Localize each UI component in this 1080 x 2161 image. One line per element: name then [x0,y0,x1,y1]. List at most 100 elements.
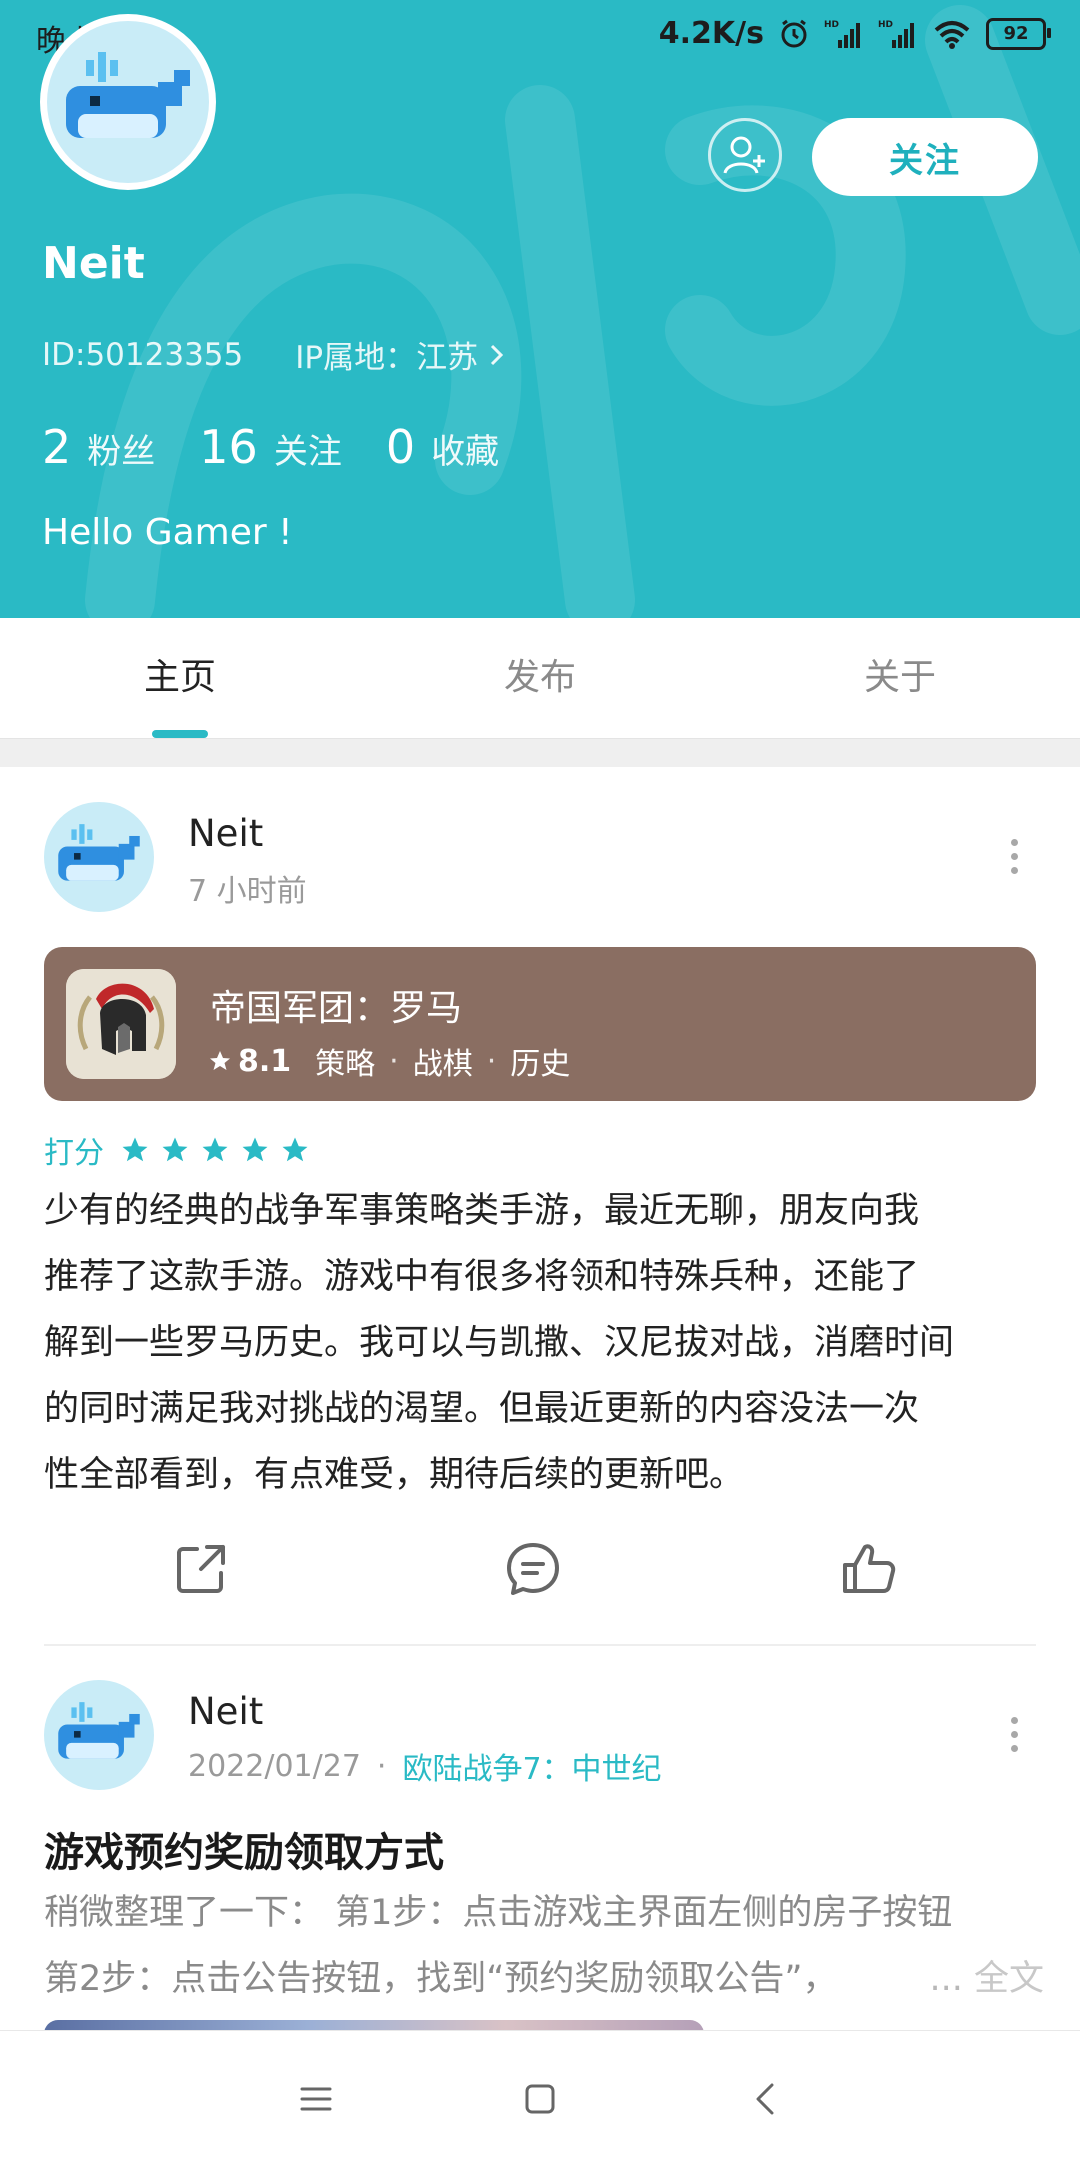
network-speed: 4.2K/s [658,16,764,51]
more-options-button[interactable] [994,826,1034,886]
signal-hd-icon: HD [878,18,918,50]
post-meta: 2022/01/27 · 欧陆战争7：中世纪 [188,1744,662,1788]
post-title[interactable]: 游戏预约奖励领取方式 [44,1820,444,1878]
tag-separator: · [389,1043,399,1079]
more-options-button[interactable] [994,1704,1034,1764]
alarm-icon [778,18,810,50]
review-line: 推荐了这款手游。游戏中有很多将领和特殊兵种，还能了 [44,1257,920,1297]
share-icon [177,1545,225,1593]
spartan-helmet-icon [66,969,176,1079]
stat-favorites[interactable]: 0 收藏 [386,420,499,474]
stat-following[interactable]: 16 关注 [199,420,342,474]
menu-button[interactable] [286,2069,346,2129]
profile-bio: Hello Gamer ! [42,512,293,553]
menu-icon [300,2087,332,2111]
excerpt-line: 稍微整理了一下： 第1步：点击游戏主界面左侧的房子按钮 [44,1893,953,1933]
review-line: 少有的经典的战争军事策略类手游，最近无聊，朋友向我 [44,1191,920,1231]
like-button[interactable] [834,1534,904,1604]
svg-text:HD: HD [824,20,839,30]
ip-location: IP属地：江苏 [295,340,479,376]
back-button[interactable] [736,2069,796,2129]
tab-active-indicator [152,730,208,738]
tab-home[interactable]: 主页 [80,648,280,700]
comment-button[interactable] [498,1534,568,1604]
tab-posts[interactable]: 发布 [440,648,640,700]
star-icon [210,1051,230,1070]
star-icon [162,1137,188,1162]
star-icon [122,1137,148,1162]
section-divider [0,739,1080,767]
follow-button[interactable]: 关注 [812,118,1038,196]
game-icon [66,969,176,1079]
read-more-label: 全文 [973,1959,1044,1999]
add-user-icon [723,136,765,174]
score-label: 打分 [44,1136,104,1171]
status-icons: 4.2K/s HD HD 92 [658,16,1051,51]
battery-level: 92 [1003,23,1029,44]
add-friend-button[interactable] [708,118,782,192]
system-nav-bar [0,2030,1080,2161]
game-title: 帝国军团：罗马 [210,988,463,1029]
home-button[interactable] [510,2069,570,2129]
read-more-link[interactable]: ... 全文 [929,1946,1044,2012]
post-excerpt[interactable]: 稍微整理了一下： 第1步：点击游戏主界面左侧的房子按钮 第2步：点击公告按钮，找… [44,1880,1044,2012]
game-rating: 8.1 [208,1044,291,1079]
profile-stats: 2 粉丝 16 关注 0 收藏 [42,420,499,474]
home-square-icon [525,2084,555,2114]
profile-tabs: 主页 发布 关于 [0,618,1080,739]
review-line: 解到一些罗马历史。我可以与凯撒、汉尼拔对战，消磨时间 [44,1323,955,1363]
excerpt-line: 第2步：点击公告按钮，找到“预约奖励领取公告”， [44,1959,838,1999]
wifi-icon [932,18,972,50]
game-tag: 历史 [510,1047,571,1082]
post-time: 7 小时前 [188,874,307,909]
review-line: 性全部看到，有点难受，期待后续的更新吧。 [44,1455,745,1495]
post-date: 2022/01/27 [188,1748,361,1784]
tab-about[interactable]: 关于 [800,648,1000,700]
back-arrow-icon [756,2083,774,2115]
post-separator [44,1644,1036,1646]
game-link[interactable]: 欧陆战争7：中世纪 [402,1744,661,1788]
stat-label: 粉丝 [87,432,156,472]
stat-value: 16 [199,420,258,474]
share-button[interactable] [166,1534,236,1604]
stat-label: 关注 [273,432,342,472]
post-author-avatar[interactable] [44,1680,154,1790]
game-card[interactable]: 帝国军团：罗马 8.1 策略 · 战棋 · 历史 [44,947,1036,1101]
game-tag: 策略 [315,1047,376,1082]
post-author-avatar[interactable] [44,802,154,912]
svg-text:HD: HD [878,20,893,30]
ellipsis: ... [929,1959,963,1999]
user-id: ID:50123355 [42,336,244,373]
whale-avatar-icon [66,52,190,138]
whale-avatar-icon [58,1702,140,1759]
review-text[interactable]: 少有的经典的战争军事策略类手游，最近无聊，朋友向我 推荐了这款手游。游戏中有很多… [44,1178,1042,1508]
profile-name: Neit [42,238,145,289]
stat-followers[interactable]: 2 粉丝 [42,420,155,474]
star-icon [282,1137,308,1162]
signal-hd-icon: HD [824,18,864,50]
chevron-right-icon [491,344,504,365]
star-icon [242,1137,268,1162]
game-tags: 8.1 策略 · 战棋 · 历史 [208,1039,570,1083]
ip-location-link[interactable]: IP属地：江苏 [295,332,506,377]
profile-meta: ID:50123355 IP属地：江苏 [42,332,506,377]
post-author-name[interactable]: Neit [188,1690,263,1733]
post-author-name[interactable]: Neit [188,812,263,855]
review-line: 的同时满足我对挑战的渴望。但最近更新的内容没法一次 [44,1389,920,1429]
post-actions [0,1534,1080,1604]
tag-separator: · [486,1043,497,1079]
score-row: 打分 [44,1128,310,1172]
whale-avatar-icon [58,824,140,881]
profile-header: 晚上7:06 4.2K/s HD HD 92 [0,0,1080,618]
stat-value: 0 [385,420,416,474]
thumbs-up-icon [843,1544,896,1593]
meta-separator: · [376,1748,387,1784]
game-tag: 战棋 [412,1047,473,1082]
excerpt-line-last: 第2步：点击公告按钮，找到“预约奖励领取公告”， ... 全文 [44,1946,1044,2012]
stat-label: 收藏 [431,432,500,472]
battery-icon: 92 [986,17,1051,50]
star-icon [202,1137,228,1162]
stat-value: 2 [42,420,72,474]
comment-icon [507,1543,559,1595]
profile-avatar[interactable] [40,14,216,190]
